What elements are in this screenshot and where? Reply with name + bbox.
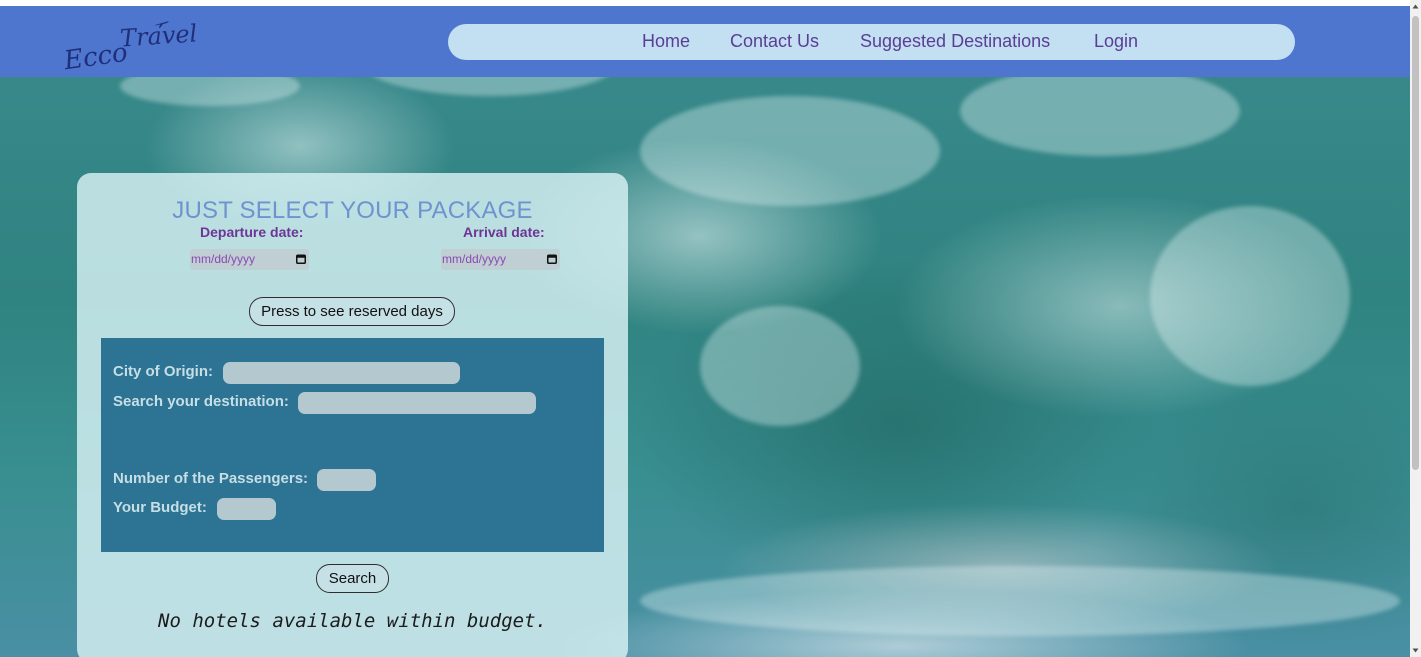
page-scrollbar[interactable] — [1410, 0, 1421, 657]
foam-patch — [640, 566, 1400, 636]
arrival-date-input[interactable]: mm/dd/yyyy — [441, 249, 560, 270]
scrollbar-thumb[interactable] — [1412, 16, 1419, 470]
nav-link-suggested-destinations[interactable]: Suggested Destinations — [860, 31, 1050, 52]
departure-date-placeholder: mm/dd/yyyy — [191, 252, 256, 266]
result-message: No hotels available within budget. — [158, 610, 547, 632]
origin-input[interactable] — [223, 362, 460, 384]
foam-patch — [960, 66, 1240, 156]
foam-patch — [640, 96, 940, 206]
departure-date-input[interactable]: mm/dd/yyyy — [190, 249, 309, 270]
arrival-date-placeholder: mm/dd/yyyy — [442, 252, 507, 266]
nav-link-contact-us[interactable]: Contact Us — [730, 31, 819, 52]
origin-label: City of Origin: — [113, 363, 213, 380]
destination-label: Search your destination: — [113, 393, 289, 410]
scroll-down-arrow-icon[interactable] — [1412, 647, 1419, 654]
arrival-date-label: Arrival date: — [463, 224, 545, 240]
departure-date-label: Departure date: — [200, 224, 304, 240]
calendar-icon[interactable] — [296, 254, 306, 264]
airplane-icon — [155, 21, 169, 28]
foam-patch — [1150, 206, 1350, 386]
passengers-input[interactable] — [317, 469, 376, 491]
foam-patch — [700, 306, 860, 426]
scroll-up-arrow-icon[interactable] — [1412, 3, 1419, 10]
panel-title: JUST SELECT YOUR PACKAGE — [172, 197, 533, 224]
navbar: Ecco Travel Home Contact Us Suggested De… — [0, 6, 1410, 77]
destination-input[interactable] — [298, 392, 536, 414]
calendar-icon[interactable] — [547, 254, 557, 264]
nav-menu: Home Contact Us Suggested Destinations L… — [448, 24, 1295, 60]
nav-link-login[interactable]: Login — [1094, 31, 1138, 52]
budget-label: Your Budget: — [113, 499, 207, 516]
logo[interactable]: Ecco Travel — [62, 19, 212, 78]
package-panel: JUST SELECT YOUR PACKAGE Departure date:… — [77, 173, 628, 657]
search-button[interactable]: Search — [316, 564, 389, 593]
budget-input[interactable] — [217, 498, 276, 520]
passengers-label: Number of the Passengers: — [113, 470, 309, 487]
search-form: City of Origin: Search your destination:… — [101, 338, 604, 552]
nav-link-home[interactable]: Home — [642, 31, 690, 52]
reserved-days-button[interactable]: Press to see reserved days — [249, 297, 455, 326]
